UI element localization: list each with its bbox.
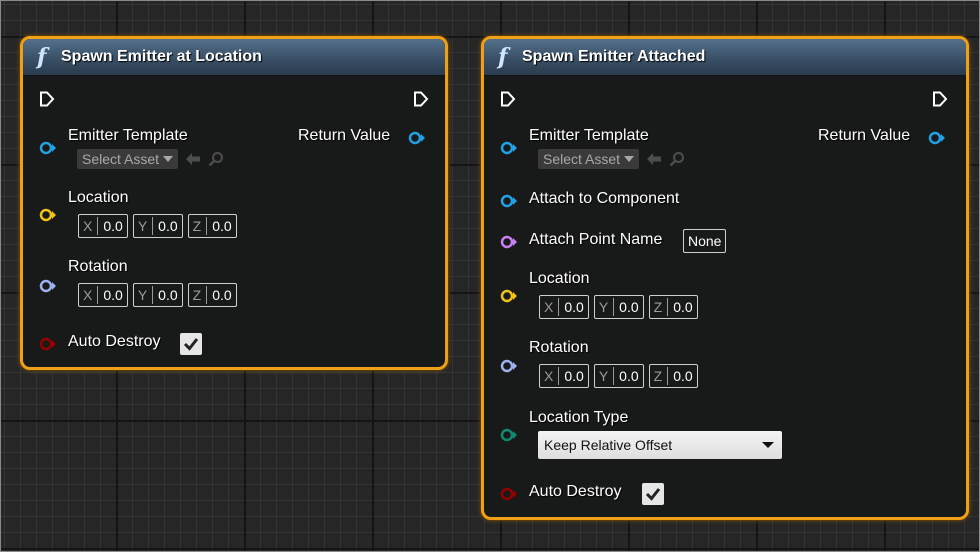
- z-axis-label: Z: [193, 217, 208, 235]
- auto-destroy-pin-icon[interactable]: [500, 487, 518, 501]
- location-z-value: 0.0: [212, 218, 232, 234]
- location-type-pin-icon[interactable]: [500, 428, 518, 442]
- auto-destroy-checkbox[interactable]: [180, 333, 202, 355]
- emitter-template-pin-icon[interactable]: [39, 141, 57, 155]
- location-type-value: Keep Relative Offset: [544, 437, 673, 453]
- auto-destroy-pin-icon[interactable]: [39, 337, 57, 351]
- attach-point-name-pin-icon[interactable]: [500, 235, 518, 249]
- rotation-x-field[interactable]: X 0.0: [78, 283, 128, 307]
- y-axis-label: Y: [599, 367, 615, 385]
- rotation-y-value: 0.0: [158, 287, 178, 303]
- z-axis-label: Z: [654, 298, 669, 316]
- location-x-value: 0.0: [103, 218, 123, 234]
- auto-destroy-checkbox[interactable]: [642, 483, 664, 505]
- emitter-template-asset-picker: Select Asset: [77, 149, 224, 169]
- rotation-pin-icon[interactable]: [39, 279, 57, 293]
- location-label: Location: [68, 189, 129, 206]
- location-label: Location: [529, 270, 590, 287]
- rotation-z-value: 0.0: [673, 368, 693, 384]
- rotation-pin-icon[interactable]: [500, 359, 518, 373]
- return-value-label: Return Value: [298, 127, 391, 144]
- location-y-value: 0.0: [158, 218, 178, 234]
- location-y-field[interactable]: Y 0.0: [593, 295, 644, 319]
- rotation-y-field[interactable]: Y 0.0: [593, 364, 644, 388]
- y-axis-label: Y: [138, 286, 154, 304]
- emitter-template-asset-picker: Select Asset: [538, 149, 685, 169]
- return-value-pin-icon[interactable]: [408, 131, 426, 145]
- return-value-label: Return Value: [818, 127, 911, 144]
- rotation-y-value: 0.0: [619, 368, 639, 384]
- location-z-value: 0.0: [673, 299, 693, 315]
- exec-in-pin-icon[interactable]: [500, 91, 516, 107]
- chevron-down-icon: [624, 156, 635, 162]
- exec-in-pin-icon[interactable]: [39, 91, 55, 107]
- checkmark-icon: [645, 488, 661, 501]
- chevron-down-icon: [163, 156, 174, 162]
- rotation-vector-input: X 0.0 Y 0.0 Z 0.0: [539, 364, 698, 388]
- location-x-field[interactable]: X 0.0: [539, 295, 589, 319]
- checkmark-icon: [183, 338, 199, 351]
- rotation-label: Rotation: [529, 339, 589, 356]
- browse-search-icon[interactable]: [208, 151, 224, 167]
- location-pin-icon[interactable]: [39, 208, 57, 222]
- node-header[interactable]: f Spawn Emitter at Location: [23, 39, 445, 76]
- exec-out-pin-icon[interactable]: [413, 91, 429, 107]
- auto-destroy-label: Auto Destroy: [68, 333, 161, 350]
- attach-point-name-label: Attach Point Name: [529, 231, 663, 248]
- location-z-field[interactable]: Z 0.0: [648, 295, 698, 319]
- exec-out-pin-icon[interactable]: [932, 91, 948, 107]
- x-axis-label: X: [544, 298, 560, 316]
- rotation-vector-input: X 0.0 Y 0.0 Z 0.0: [78, 283, 237, 307]
- node-header[interactable]: f Spawn Emitter Attached: [484, 39, 966, 76]
- rotation-z-field[interactable]: Z 0.0: [187, 283, 237, 307]
- spawn-emitter-at-location-node[interactable]: f Spawn Emitter at Location Emitter Temp…: [20, 36, 448, 370]
- select-asset-dropdown[interactable]: Select Asset: [538, 149, 640, 169]
- spawn-emitter-attached-node[interactable]: f Spawn Emitter Attached Emitter Templat…: [481, 36, 969, 520]
- function-icon: f: [498, 44, 508, 70]
- select-asset-dropdown[interactable]: Select Asset: [77, 149, 179, 169]
- x-axis-label: X: [83, 286, 99, 304]
- location-pin-icon[interactable]: [500, 289, 518, 303]
- z-axis-label: Z: [193, 286, 208, 304]
- chevron-down-icon: [762, 442, 774, 448]
- y-axis-label: Y: [138, 217, 154, 235]
- node-title: Spawn Emitter Attached: [522, 48, 706, 65]
- attach-to-component-pin-icon[interactable]: [500, 194, 518, 208]
- select-asset-label: Select Asset: [543, 151, 621, 167]
- use-selected-arrow-icon[interactable]: [186, 153, 201, 165]
- location-type-label: Location Type: [529, 409, 629, 426]
- attach-point-name-input[interactable]: None: [683, 229, 727, 253]
- rotation-z-value: 0.0: [212, 287, 232, 303]
- location-z-field[interactable]: Z 0.0: [187, 214, 237, 238]
- emitter-template-label: Emitter Template: [529, 127, 649, 144]
- z-axis-label: Z: [654, 367, 669, 385]
- node-title: Spawn Emitter at Location: [61, 48, 262, 65]
- emitter-template-label: Emitter Template: [68, 127, 188, 144]
- return-value-pin-icon[interactable]: [928, 131, 946, 145]
- rotation-label: Rotation: [68, 258, 128, 275]
- rotation-y-field[interactable]: Y 0.0: [132, 283, 183, 307]
- rotation-z-field[interactable]: Z 0.0: [648, 364, 698, 388]
- x-axis-label: X: [544, 367, 560, 385]
- emitter-template-pin-icon[interactable]: [500, 141, 518, 155]
- location-x-field[interactable]: X 0.0: [78, 214, 128, 238]
- rotation-x-field[interactable]: X 0.0: [539, 364, 589, 388]
- location-vector-input: X 0.0 Y 0.0 Z 0.0: [78, 214, 237, 238]
- location-x-value: 0.0: [564, 299, 584, 315]
- location-vector-input: X 0.0 Y 0.0 Z 0.0: [539, 295, 698, 319]
- function-icon: f: [37, 44, 47, 70]
- location-y-value: 0.0: [619, 299, 639, 315]
- auto-destroy-label: Auto Destroy: [529, 483, 622, 500]
- browse-search-icon[interactable]: [669, 151, 685, 167]
- rotation-x-value: 0.0: [564, 368, 584, 384]
- rotation-x-value: 0.0: [103, 287, 123, 303]
- location-type-dropdown[interactable]: Keep Relative Offset: [538, 431, 782, 459]
- select-asset-label: Select Asset: [82, 151, 160, 167]
- use-selected-arrow-icon[interactable]: [647, 153, 662, 165]
- y-axis-label: Y: [599, 298, 615, 316]
- x-axis-label: X: [83, 217, 99, 235]
- attach-to-component-label: Attach to Component: [529, 190, 680, 207]
- location-y-field[interactable]: Y 0.0: [132, 214, 183, 238]
